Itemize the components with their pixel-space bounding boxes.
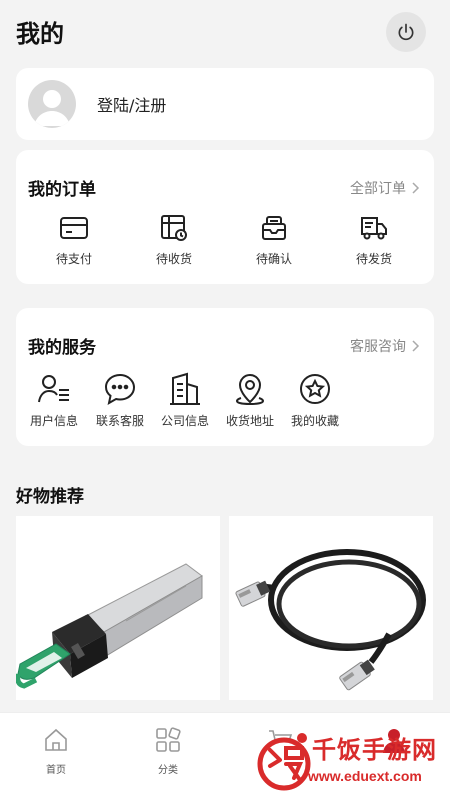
dac-cable-image (229, 516, 433, 700)
tab-category-label: 分类 (158, 765, 178, 776)
orders-card: 我的订单 全部订单 待支付 待收货 待确认 待发货 (16, 150, 434, 284)
order-pending-payment[interactable]: 待支付 (34, 214, 114, 267)
header: 我的 (0, 0, 450, 62)
recommend-title: 好物推荐 (16, 487, 84, 507)
order-pending-confirm[interactable]: 待确认 (234, 214, 314, 267)
login-card[interactable]: 登陆/注册 (16, 68, 434, 140)
login-register-link[interactable]: 登陆/注册 (97, 92, 166, 116)
confirm-icon (262, 216, 286, 240)
building-icon (170, 372, 200, 405)
tab-home-label: 首页 (46, 765, 66, 776)
watermark-url: www.eduext.com (308, 768, 422, 784)
avatar[interactable] (28, 80, 76, 128)
order-pending-payment-label: 待支付 (55, 252, 92, 266)
orders-title: 我的订单 (28, 180, 96, 200)
power-icon (398, 23, 414, 41)
watermark-emblem-icon (257, 733, 311, 791)
tab-category[interactable]: 分类 (138, 727, 198, 776)
logout-button[interactable] (386, 12, 426, 52)
sfp-transceiver-image (16, 516, 220, 700)
services-card: 我的服务 客服咨询 用户信息 联系客服 公司信息 收货地址 我的收藏 (16, 308, 434, 446)
order-pending-shipment[interactable]: 待发货 (334, 214, 414, 267)
chat-icon (104, 373, 136, 405)
order-pending-receipt[interactable]: 待收货 (134, 214, 214, 267)
chevron-right-icon (412, 340, 420, 352)
chevron-right-icon (412, 182, 420, 194)
service-favorites[interactable]: 我的收藏 (277, 372, 353, 429)
services-title: 我的服务 (28, 338, 96, 358)
customer-service-link[interactable]: 客服咨询 (350, 336, 420, 356)
user-list-icon (38, 375, 69, 403)
location-icon (235, 374, 265, 406)
order-pending-receipt-label: 待收货 (155, 252, 192, 266)
truck-icon (361, 217, 387, 240)
tab-home[interactable]: 首页 (26, 727, 86, 776)
service-user-info[interactable]: 用户信息 (16, 372, 92, 429)
order-pending-confirm-label: 待确认 (255, 252, 292, 266)
watermark-name: 千饭手游网 (312, 736, 437, 764)
service-user-info-label: 用户信息 (29, 414, 78, 428)
watermark-logo: 千饭手游网 www.eduext.com (256, 722, 450, 800)
all-orders-link[interactable]: 全部订单 (350, 178, 420, 198)
home-icon (45, 728, 67, 751)
receive-icon (161, 215, 187, 241)
service-favorites-label: 我的收藏 (290, 414, 339, 428)
category-icon (156, 727, 181, 752)
default-avatar-icon (34, 90, 70, 126)
page-title: 我的 (16, 20, 64, 48)
product-card[interactable] (16, 516, 220, 700)
order-pending-shipment-label: 待发货 (355, 252, 392, 266)
card-icon (60, 217, 88, 239)
customer-service-label: 客服咨询 (350, 339, 406, 355)
star-icon (300, 374, 330, 404)
product-card[interactable] (229, 516, 433, 700)
all-orders-label: 全部订单 (350, 181, 406, 197)
